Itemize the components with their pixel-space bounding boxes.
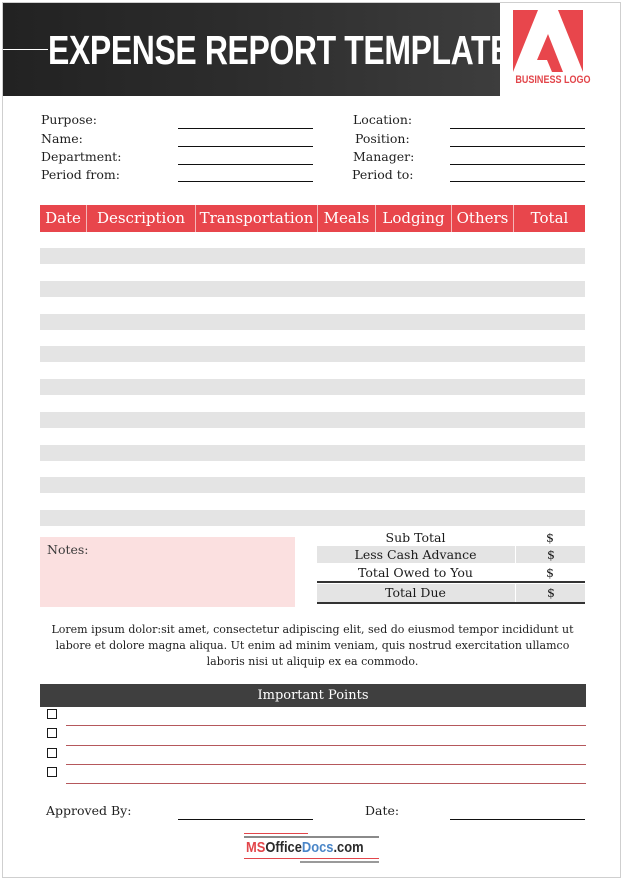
body-paragraph: Lorem ipsum dolor:sit amet, consectetur … — [51, 623, 574, 668]
column-header-total: Total — [514, 205, 585, 232]
brand-docs: Docs — [301, 839, 334, 856]
column-header-meals: Meals — [318, 205, 376, 232]
checkbox[interactable] — [47, 728, 57, 738]
brand-decor-line — [300, 861, 379, 863]
department-field[interactable] — [178, 164, 313, 165]
page-title: EXPENSE REPORT TEMPLATE — [48, 27, 512, 73]
brand-decor-line — [244, 836, 379, 838]
summary-bottom-border — [317, 602, 585, 604]
location-field[interactable] — [450, 128, 585, 129]
important-point-line[interactable] — [66, 725, 586, 726]
department-label: Department: — [41, 149, 122, 164]
column-header-lodging: Lodging — [376, 205, 452, 232]
notes-label: Notes: — [47, 542, 89, 557]
expense-table-row[interactable] — [40, 444, 585, 461]
summary-value[interactable]: $ — [515, 546, 586, 563]
date-label: Date: — [365, 803, 400, 818]
summary-value[interactable]: $ — [515, 584, 586, 602]
period-to-label: Period to: — [352, 167, 414, 182]
important-point-line[interactable] — [66, 783, 586, 784]
summary-label: Sub Total — [385, 530, 446, 545]
period-from-label: Period from: — [41, 167, 120, 182]
purpose-field[interactable] — [178, 128, 313, 129]
expense-table-row[interactable] — [40, 280, 585, 297]
summary-row-total-owed: Total Owed to You $ — [317, 564, 585, 581]
expense-table-row[interactable] — [40, 510, 585, 526]
position-label: Position: — [355, 131, 410, 146]
expense-table-row[interactable] — [40, 411, 585, 428]
summary-value[interactable]: $ — [515, 564, 585, 581]
expense-table-row[interactable] — [40, 477, 585, 494]
period-from-field[interactable] — [178, 181, 313, 182]
important-point-line[interactable] — [66, 764, 586, 765]
summary-label: Total Due — [385, 585, 446, 600]
summary-value[interactable]: $ — [515, 529, 585, 546]
business-logo-icon — [513, 10, 583, 72]
brand-decor-line — [244, 833, 308, 834]
column-header-description: Description — [87, 205, 196, 232]
date-field[interactable] — [450, 819, 585, 820]
brand-com: .com — [333, 839, 364, 856]
brand-office: Office — [265, 839, 302, 856]
important-points-header: Important Points — [40, 684, 586, 707]
approved-by-field[interactable] — [178, 819, 313, 820]
checkbox[interactable] — [47, 709, 57, 719]
checkbox[interactable] — [47, 748, 57, 758]
position-field[interactable] — [450, 146, 585, 147]
manager-label: Manager: — [353, 149, 415, 164]
column-header-date: Date — [40, 205, 87, 232]
checkbox[interactable] — [47, 767, 57, 777]
name-label: Name: — [41, 131, 83, 146]
brand-decor-line — [244, 858, 379, 859]
column-header-others: Others — [452, 205, 514, 232]
expense-table-row[interactable] — [40, 346, 585, 363]
header-accent-line — [3, 49, 48, 50]
important-point-line[interactable] — [66, 745, 586, 746]
brand-ms: MS — [246, 839, 266, 856]
expense-table-row[interactable] — [40, 313, 585, 330]
summary-divider — [317, 581, 585, 583]
location-label: Location: — [353, 112, 413, 127]
summary-row-total-due: Total Due $ — [317, 584, 585, 602]
business-logo-text: BUSINESS LOGO — [515, 74, 591, 86]
purpose-label: Purpose: — [41, 112, 97, 127]
expense-table-row[interactable] — [40, 379, 585, 395]
summary-label: Less Cash Advance — [354, 547, 477, 562]
brand-logo: MSOfficeDocs.com — [246, 839, 366, 857]
approved-by-label: Approved By: — [46, 803, 132, 818]
manager-field[interactable] — [450, 164, 585, 165]
name-field[interactable] — [178, 146, 313, 147]
summary-label: Total Owed to You — [358, 565, 473, 580]
summary-row-less-cash-advance: Less Cash Advance $ — [317, 546, 585, 563]
summary-row-sub-total: Sub Total $ — [317, 529, 585, 546]
column-header-transportation: Transportation — [196, 205, 318, 232]
period-to-field[interactable] — [450, 181, 585, 182]
expense-table-row[interactable] — [40, 248, 585, 264]
document-page — [2, 2, 621, 878]
